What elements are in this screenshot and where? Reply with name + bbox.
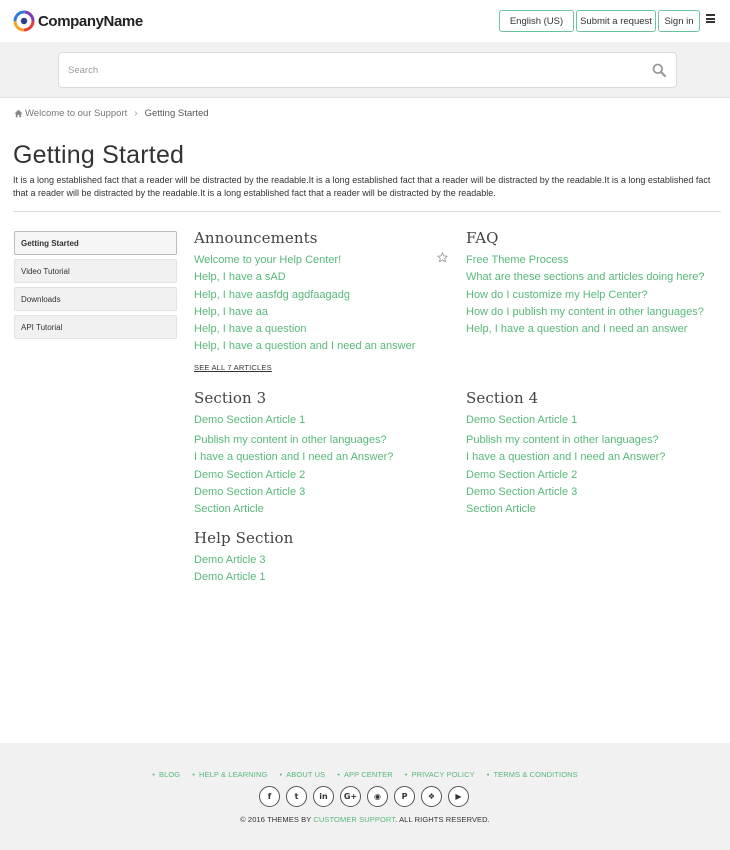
sidebar-item-video-tutorial[interactable]: Video Tutorial [14,259,177,283]
footer-link-help-learning[interactable]: HELP & LEARNING [192,770,267,779]
dropbox-icon[interactable]: ❖ [421,786,442,807]
footer-links: BLOG HELP & LEARNING ABOUT US APP CENTER… [0,770,730,779]
footer-link-app-center[interactable]: APP CENTER [337,770,393,779]
customer-support-link[interactable]: CUSTOMER SUPPORT [313,815,395,824]
menu-bar [706,17,715,20]
article-link[interactable]: Section Article [466,501,665,518]
chevron-right-icon: › [134,108,138,119]
page-title: Getting Started [13,141,185,169]
article-link[interactable]: Welcome to your Help Center! [194,252,415,269]
sidebar-item-downloads[interactable]: Downloads [14,287,177,311]
category-sidebar: Getting Started Video Tutorial Downloads… [14,231,177,343]
article-link[interactable]: Publish my content in other languages? [466,432,665,449]
article-link[interactable]: How do I customize my Help Center? [466,287,704,304]
article-link[interactable]: Publish my content in other languages? [194,432,393,449]
footer-link-about-us[interactable]: ABOUT US [279,770,325,779]
home-icon [14,109,23,118]
section-title[interactable]: FAQ [466,229,704,247]
company-name: CompanyName [38,12,143,30]
menu-bar [706,14,715,16]
search-band [0,42,730,98]
language-button[interactable]: English (US) [499,10,574,32]
article-link[interactable]: Help, I have a question [194,321,415,338]
site-footer: BLOG HELP & LEARNING ABOUT US APP CENTER… [0,743,730,850]
facebook-icon[interactable]: f [259,786,280,807]
section-title[interactable]: Announcements [194,229,415,247]
section-3: Section 3 Demo Section Article 1 Publish… [194,389,393,518]
github-icon[interactable]: ◉ [367,786,388,807]
section-faq: FAQ Free Theme Process What are these se… [466,229,704,338]
article-link[interactable]: Demo Article 1 [194,569,293,586]
search-icon[interactable] [652,63,666,77]
article-link[interactable]: Help, I have aasfdg agdfaagadg [194,287,415,304]
page-description: It is a long established fact that a rea… [13,175,711,198]
social-links: f t in G+ ◉ P ❖ ▶ [259,786,475,807]
article-link[interactable]: Help, I have aa [194,304,415,321]
sidebar-item-getting-started[interactable]: Getting Started [14,231,177,255]
section-title[interactable]: Help Section [194,529,293,547]
twitter-icon[interactable]: t [286,786,307,807]
star-icon[interactable] [437,252,448,263]
search-box [58,52,677,88]
article-link[interactable]: I have a question and I need an Answer? [194,449,393,466]
article-link[interactable]: Help, I have a question and I need an an… [194,338,415,355]
article-link[interactable]: I have a question and I need an Answer? [466,449,665,466]
submit-request-button[interactable]: Submit a request [576,10,656,32]
article-link[interactable]: Help, I have a sAD [194,269,415,286]
breadcrumb-current: Getting Started [144,108,209,119]
section-title[interactable]: Section 4 [466,389,665,407]
article-link[interactable]: Demo Article 3 [194,552,293,569]
breadcrumb-home-link[interactable]: Welcome to our Support [25,108,127,119]
footer-link-blog[interactable]: BLOG [152,770,180,779]
sign-in-button[interactable]: Sign in [658,10,700,32]
article-link[interactable]: Demo Section Article 2 [194,467,393,484]
hamburger-menu-icon[interactable] [706,14,715,23]
menu-bar [706,21,715,23]
pinterest-icon[interactable]: P [394,786,415,807]
sidebar-item-api-tutorial[interactable]: API Tutorial [14,315,177,339]
article-link[interactable]: Demo Section Article 1 [194,412,393,429]
article-link[interactable]: Free Theme Process [466,252,704,269]
footer-link-terms[interactable]: TERMS & CONDITIONS [487,770,578,779]
see-all-articles-link[interactable]: SEE ALL 7 ARTICLES [194,363,415,372]
logo-icon [13,10,35,32]
copyright-suffix: . ALL RIGHTS RESERVED. [395,815,490,824]
article-link[interactable]: Demo Section Article 2 [466,467,665,484]
article-link[interactable]: How do I publish my content in other lan… [466,304,704,321]
section-announcements: Announcements Welcome to your Help Cente… [194,229,415,372]
article-link[interactable]: Help, I have a question and I need an an… [466,321,704,338]
article-link[interactable]: Demo Section Article 3 [194,484,393,501]
linkedin-icon[interactable]: in [313,786,334,807]
divider [13,211,721,212]
search-input[interactable] [59,53,629,87]
section-title[interactable]: Section 3 [194,389,393,407]
site-header: CompanyName English (US) Submit a reques… [0,0,730,42]
article-link[interactable]: Demo Section Article 1 [466,412,665,429]
article-link[interactable]: Section Article [194,501,393,518]
section-help: Help Section Demo Article 3 Demo Article… [194,529,293,587]
article-link[interactable]: Demo Section Article 3 [466,484,665,501]
footer-link-privacy-policy[interactable]: PRIVACY POLICY [405,770,475,779]
youtube-icon[interactable]: ▶ [448,786,469,807]
copyright: © 2016 THEMES BY CUSTOMER SUPPORT. ALL R… [0,815,730,824]
breadcrumb: Welcome to our Support › Getting Started [14,108,209,119]
section-4: Section 4 Demo Section Article 1 Publish… [466,389,665,518]
google-plus-icon[interactable]: G+ [340,786,361,807]
copyright-prefix: © 2016 THEMES BY [240,815,314,824]
company-logo[interactable]: CompanyName [13,10,143,32]
article-link[interactable]: What are these sections and articles doi… [466,269,704,286]
